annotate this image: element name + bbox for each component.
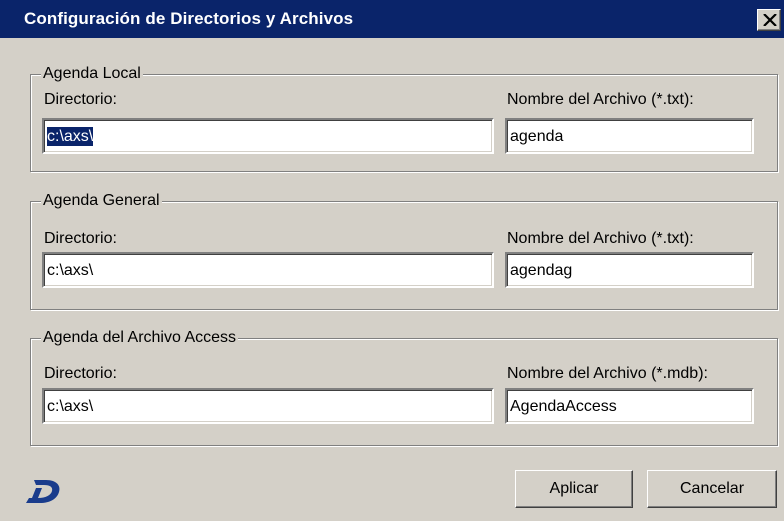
group-legend: Agenda General	[41, 191, 162, 211]
file-name-input[interactable]: agenda	[505, 118, 754, 154]
directory-input[interactable]: c:\axs\	[42, 252, 494, 288]
close-icon	[763, 14, 777, 26]
file-name-input-value: AgendaAccess	[510, 398, 617, 415]
file-name-label: Nombre del Archivo (*.txt):	[507, 91, 694, 108]
directory-label: Directorio:	[44, 91, 117, 108]
apply-button[interactable]: Aplicar	[515, 470, 633, 508]
title-bar[interactable]: Configuración de Directorios y Archivos	[0, 0, 784, 38]
logo-d-icon	[26, 480, 60, 503]
dialog-window: Configuración de Directorios y Archivos …	[0, 0, 784, 521]
close-button[interactable]	[757, 9, 781, 31]
file-name-input[interactable]: AgendaAccess	[505, 388, 754, 424]
cancel-button[interactable]: Cancelar	[647, 470, 777, 508]
window-title: Configuración de Directorios y Archivos	[24, 9, 354, 28]
file-name-label: Nombre del Archivo (*.txt):	[507, 230, 694, 247]
file-name-input[interactable]: agendag	[505, 252, 754, 288]
file-name-label: Nombre del Archivo (*.mdb):	[507, 365, 708, 382]
directory-label: Directorio:	[44, 365, 117, 382]
directory-input-value: c:\axs\	[47, 398, 94, 415]
file-name-input-value: agendag	[510, 262, 573, 279]
group-legend: Agenda Local	[41, 64, 143, 84]
directory-input[interactable]: c:\axs\	[42, 118, 494, 154]
file-name-input-value: agenda	[510, 128, 564, 145]
directory-input-value: c:\axs\	[45, 126, 95, 147]
directory-input[interactable]: c:\axs\	[42, 388, 494, 424]
group-legend: Agenda del Archivo Access	[41, 328, 239, 348]
directory-label: Directorio:	[44, 230, 117, 247]
directory-input-value: c:\axs\	[47, 262, 94, 279]
